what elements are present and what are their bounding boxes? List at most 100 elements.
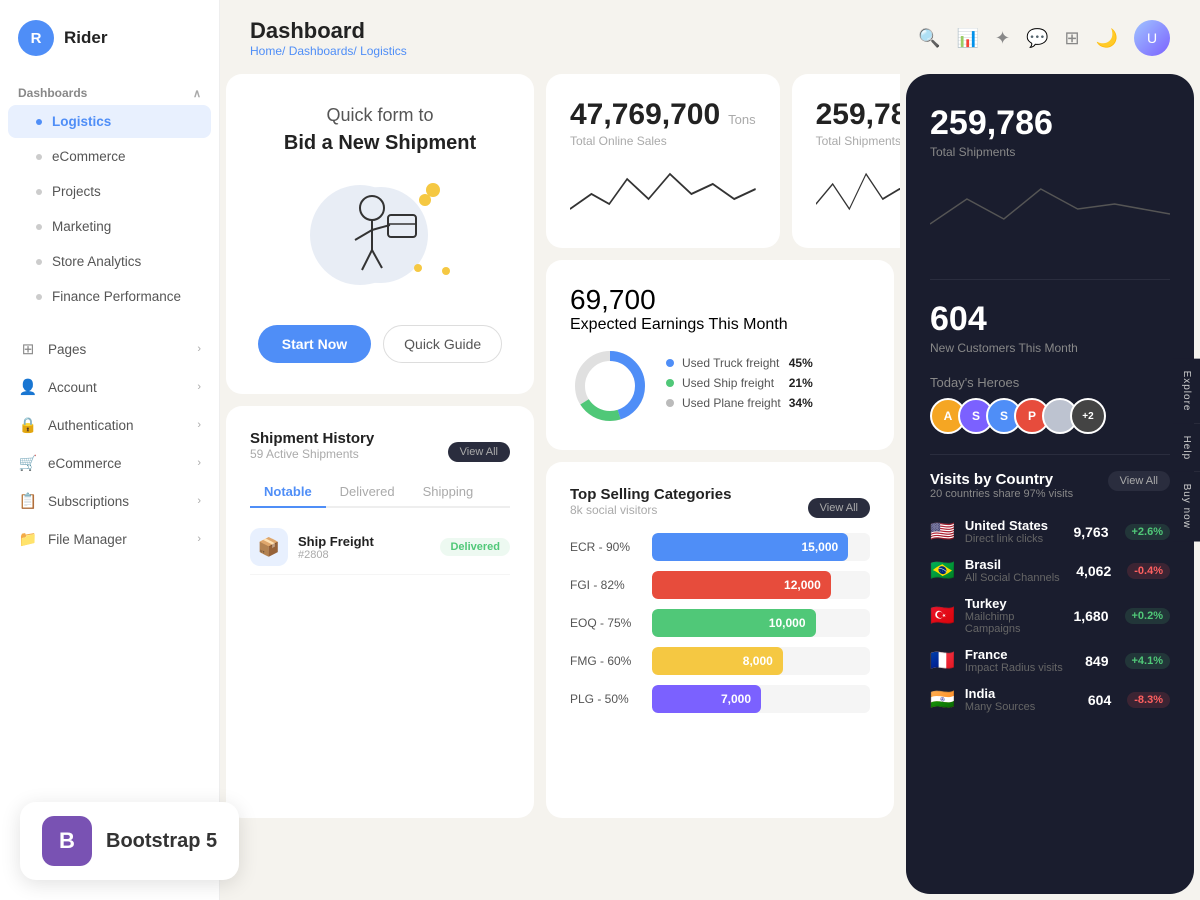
breadcrumb-home: Home/	[250, 44, 285, 58]
pages-icon: ⊞	[18, 340, 38, 358]
bar-bg: 7,000	[652, 685, 870, 713]
chart-icon[interactable]: 📊	[957, 28, 979, 49]
plane-label: Used Plane freight	[682, 396, 781, 410]
quick-guide-button[interactable]: Quick Guide	[383, 325, 502, 363]
country-flag: 🇫🇷	[930, 648, 955, 673]
sidebar-item-pages[interactable]: ⊞ Pages ›	[0, 330, 219, 368]
ship-label: Used Ship freight	[682, 376, 781, 390]
tab-notable[interactable]: Notable	[250, 477, 326, 508]
country-info: Brasil All Social Channels	[965, 557, 1066, 584]
sidebar-item-finance-performance[interactable]: Finance Performance	[8, 280, 211, 313]
cat-label: ECR - 90%	[570, 540, 640, 554]
header: Dashboard Home/ Dashboards/ Logistics 🔍 …	[220, 0, 1200, 68]
ship-legend: Used Ship freight 21%	[666, 376, 813, 390]
category-bar-row: PLG - 50% 7,000	[570, 685, 870, 713]
donut-chart	[570, 346, 650, 426]
shipment-icon: 📦	[250, 528, 288, 566]
country-flag: 🇮🇳	[930, 687, 955, 712]
panel-customers: 604 New Customers This Month Today's Her…	[906, 280, 1194, 454]
explore-btn[interactable]: Explore	[1173, 359, 1200, 424]
visits-section: Visits by Country 20 countries share 97%…	[906, 455, 1194, 894]
header-left: Dashboard Home/ Dashboards/ Logistics	[250, 18, 407, 58]
file-manager-label: File Manager	[48, 532, 127, 547]
shipments-value: 259,786	[816, 98, 900, 132]
grid-icon[interactable]: ⊞	[1064, 28, 1079, 49]
categories-header: Top Selling Categories 8k social visitor…	[570, 486, 870, 529]
shipment-view-all[interactable]: View All	[448, 442, 510, 462]
sidebar-item-subscriptions[interactable]: 📋 Subscriptions ›	[0, 482, 219, 520]
sidebar-item-authentication[interactable]: 🔒 Authentication ›	[0, 406, 219, 444]
moon-icon[interactable]: 🌙	[1096, 28, 1118, 49]
dashboards-label: Dashboards	[18, 86, 87, 100]
start-now-button[interactable]: Start Now	[258, 325, 371, 363]
breadcrumb-dashboards: Dashboards/	[289, 44, 357, 58]
account-label: Account	[48, 380, 97, 395]
country-name: France	[965, 647, 1075, 662]
country-info: United States Direct link clicks	[965, 518, 1064, 545]
truck-dot	[666, 359, 674, 367]
chat-icon[interactable]: 💬	[1026, 28, 1048, 49]
cat-label: PLG - 50%	[570, 692, 640, 706]
sidebar-item-file-manager[interactable]: 📁 File Manager ›	[0, 520, 219, 558]
bid-title2: Bid a New Shipment	[284, 132, 476, 155]
sidebar-item-projects[interactable]: Projects	[8, 175, 211, 208]
help-btn[interactable]: Help	[1173, 423, 1200, 472]
cat-label: EOQ - 75%	[570, 616, 640, 630]
subscriptions-label: Subscriptions	[48, 494, 129, 509]
visits-subtitle: 20 countries share 97% visits	[930, 488, 1073, 500]
logo-icon: R	[18, 20, 54, 56]
categories-view-all[interactable]: View All	[808, 498, 870, 518]
ecommerce-main-icon: 🛒	[18, 454, 38, 472]
bar-fill: 7,000	[652, 685, 761, 713]
category-bar-row: EOQ - 75% 10,000	[570, 609, 870, 637]
sidebar-item-ecommerce-main[interactable]: 🛒 eCommerce ›	[0, 444, 219, 482]
bid-title1: Quick form to	[326, 105, 433, 126]
cat-label: FGI - 82%	[570, 578, 640, 592]
panel-shipments-label: Total Shipments	[930, 145, 1170, 159]
shipments-chart	[816, 164, 900, 224]
dot-finance	[36, 294, 42, 300]
bid-card: Quick form to Bid a New Shipment	[226, 74, 534, 394]
shipment-info: Ship Freight #2808	[298, 534, 430, 561]
dot-store-analytics	[36, 259, 42, 265]
dashboards-section[interactable]: Dashboards ∧	[0, 76, 219, 104]
country-change: +4.1%	[1125, 653, 1171, 669]
shipments-card: 259,786 Total Shipments	[792, 74, 900, 248]
tab-shipping[interactable]: Shipping	[409, 477, 488, 508]
avatar[interactable]: U	[1134, 20, 1170, 56]
settings-icon[interactable]: ✦	[995, 28, 1010, 49]
shipment-row: 📦 Ship Freight #2808 Delivered	[250, 520, 510, 575]
donut-container: Used Truck freight 45% Used Ship freight…	[570, 346, 870, 426]
ship-dot	[666, 379, 674, 387]
bar-fill: 15,000	[652, 533, 848, 561]
pages-chevron: ›	[197, 343, 201, 355]
sidebar-item-logistics[interactable]: Logistics	[8, 105, 211, 138]
sidebar-item-ecommerce[interactable]: eCommerce	[8, 140, 211, 173]
visits-view-all[interactable]: View All	[1108, 471, 1170, 491]
country-info: India Many Sources	[965, 686, 1078, 713]
sidebar-item-marketing[interactable]: Marketing	[8, 210, 211, 243]
bar-fill: 10,000	[652, 609, 816, 637]
bid-buttons: Start Now Quick Guide	[258, 325, 502, 363]
bar-bg: 12,000	[652, 571, 870, 599]
sidebar-item-account[interactable]: 👤 Account ›	[0, 368, 219, 406]
categories-subtitle: 8k social visitors	[570, 503, 731, 517]
bar-bg: 8,000	[652, 647, 870, 675]
category-bar-row: FMG - 60% 8,000	[570, 647, 870, 675]
sidebar-item-store-analytics[interactable]: Store Analytics	[8, 245, 211, 278]
category-bar-row: FGI - 82% 12,000	[570, 571, 870, 599]
country-row: 🇫🇷 France Impact Radius visits 849 +4.1%	[930, 647, 1170, 674]
shipment-history-card: Shipment History 59 Active Shipments Vie…	[226, 406, 534, 818]
tab-delivered[interactable]: Delivered	[326, 477, 409, 508]
category-bar-row: ECR - 90% 15,000	[570, 533, 870, 561]
bar-bg: 15,000	[652, 533, 870, 561]
buy-now-btn[interactable]: Buy now	[1173, 472, 1200, 541]
store-analytics-label: Store Analytics	[52, 254, 141, 269]
search-icon[interactable]: 🔍	[918, 28, 940, 49]
earnings-value: 69,700	[570, 284, 870, 316]
ship-val: 21%	[789, 376, 813, 390]
subscriptions-chevron: ›	[197, 495, 201, 507]
bootstrap-badge: B Bootstrap 5	[20, 802, 239, 880]
visits-title: Visits by Country	[930, 471, 1073, 488]
country-row: 🇧🇷 Brasil All Social Channels 4,062 -0.4…	[930, 557, 1170, 584]
